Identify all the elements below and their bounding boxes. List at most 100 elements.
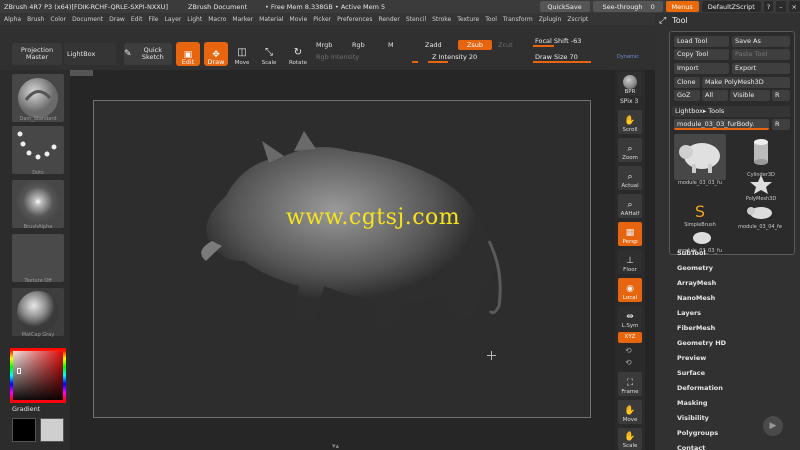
- alpha-thumbnail[interactable]: [12, 180, 64, 228]
- move-mode-button[interactable]: ◫ Move: [230, 40, 254, 66]
- menu-macro[interactable]: Macro: [208, 16, 226, 23]
- menu-layer[interactable]: Layer: [165, 16, 182, 23]
- zcut-button[interactable]: Zcut: [498, 41, 513, 49]
- goz-button[interactable]: GoZ: [674, 90, 700, 101]
- menu-document[interactable]: Document: [72, 16, 103, 23]
- z-intensity-slider[interactable]: Z Intensity 20: [428, 52, 528, 63]
- document-canvas[interactable]: www.cgtsj.com: [93, 100, 591, 418]
- canvas-tab[interactable]: [70, 70, 93, 76]
- brush-thumbnail[interactable]: [12, 74, 64, 122]
- zsub-button[interactable]: Zsub: [458, 40, 492, 50]
- menu-stencil[interactable]: Stencil: [406, 16, 426, 23]
- quick-sketch-button[interactable]: ✎ Quick Sketch: [124, 43, 172, 65]
- tool-menu-layers[interactable]: Layers: [677, 309, 701, 317]
- tool-item-furbody[interactable]: [674, 134, 726, 180]
- goz-all-button[interactable]: All: [702, 90, 728, 101]
- menu-picker[interactable]: Picker: [313, 16, 331, 23]
- draw-mode-button[interactable]: ✥ Draw: [204, 42, 228, 66]
- menu-light[interactable]: Light: [187, 16, 202, 23]
- actual-button[interactable]: ⌕ Actual: [618, 166, 642, 190]
- tool-menu-masking[interactable]: Masking: [677, 399, 708, 407]
- menu-texture[interactable]: Texture: [457, 16, 479, 23]
- bpr-button[interactable]: BPR: [618, 72, 642, 96]
- menu-material[interactable]: Material: [259, 16, 283, 23]
- rgb-button[interactable]: Rgb: [352, 41, 365, 49]
- projection-master-button[interactable]: Projection Master: [12, 43, 62, 65]
- scale-view-button[interactable]: ✋ Scale: [618, 428, 642, 450]
- tool-item-polymesh[interactable]: PolyMesh3D: [732, 174, 790, 204]
- menu-marker[interactable]: Marker: [232, 16, 253, 23]
- menu-color[interactable]: Color: [50, 16, 66, 23]
- menu-file[interactable]: File: [148, 16, 158, 23]
- floor-button[interactable]: ⊥ Floor: [618, 250, 642, 274]
- dynamic-toggle[interactable]: Dynamic: [617, 54, 639, 60]
- tool-menu-geometry-hd[interactable]: Geometry HD: [677, 339, 726, 347]
- tool-menu-nanomesh[interactable]: NanoMesh: [677, 294, 715, 302]
- help-icon[interactable]: ?: [763, 1, 774, 12]
- move-view-button[interactable]: ✋ Move: [618, 400, 642, 424]
- copy-tool-button[interactable]: Copy Tool: [674, 49, 729, 60]
- rgb-intensity-slider[interactable]: Rgb Intensity: [312, 52, 420, 63]
- menus-button[interactable]: Menus: [665, 1, 699, 12]
- tool-menu-subtool[interactable]: SubTool: [677, 249, 706, 257]
- menu-zplugin[interactable]: Zplugin: [539, 16, 562, 23]
- tool-menu-geometry[interactable]: Geometry: [677, 264, 713, 272]
- tool-menu-contact[interactable]: Contact: [677, 444, 705, 450]
- current-tool-r-button[interactable]: R: [772, 119, 790, 130]
- rotate-axis-2-icon[interactable]: ⟲: [625, 358, 632, 367]
- xyz-button[interactable]: XYZ: [618, 332, 642, 343]
- paste-tool-button[interactable]: Paste Tool: [732, 49, 790, 60]
- scroll-button[interactable]: ✋ Scroll: [618, 110, 642, 134]
- mrgb-button[interactable]: Mrgb: [316, 41, 332, 49]
- tool-item-module-04[interactable]: module_03_04_fe: [728, 202, 792, 234]
- right-tray-divider[interactable]: [645, 70, 655, 450]
- menu-movie[interactable]: Movie: [290, 16, 308, 23]
- material-thumbnail[interactable]: [12, 288, 64, 336]
- current-tool-slider[interactable]: module_03_03_furBody.: [674, 119, 769, 130]
- menu-tool[interactable]: Tool: [485, 16, 497, 23]
- load-tool-button[interactable]: Load Tool: [674, 36, 729, 47]
- menu-alpha[interactable]: Alpha: [4, 16, 21, 23]
- frame-button[interactable]: ⛶ Frame: [618, 372, 642, 396]
- play-icon[interactable]: ▶: [763, 416, 783, 436]
- close-icon[interactable]: ×: [788, 1, 800, 12]
- goz-visible-button[interactable]: Visible: [730, 90, 770, 101]
- m-button[interactable]: M: [388, 41, 394, 49]
- tool-menu-arraymesh[interactable]: ArrayMesh: [677, 279, 716, 287]
- tool-menu-fibermesh[interactable]: FiberMesh: [677, 324, 715, 332]
- spix-control[interactable]: SPix 3: [620, 98, 638, 105]
- default-zscript-button[interactable]: DefaultZScript: [701, 1, 761, 12]
- make-polymesh-button[interactable]: Make PolyMesh3D: [702, 77, 790, 88]
- minimize-icon[interactable]: –: [776, 1, 786, 12]
- menu-render[interactable]: Render: [378, 16, 399, 23]
- tool-item-cylinder[interactable]: Cylinder3D: [732, 136, 790, 178]
- tool-menu-preview[interactable]: Preview: [677, 354, 706, 362]
- main-color-swatch[interactable]: [12, 418, 36, 442]
- menu-zscript[interactable]: Zscript: [567, 16, 588, 23]
- zoom-button[interactable]: ⌕ Zoom: [618, 138, 642, 162]
- tool-menu-visibility[interactable]: Visibility: [677, 414, 709, 422]
- persp-button[interactable]: ▦ Persp: [618, 222, 642, 246]
- lightbox-button[interactable]: LightBox: [64, 43, 116, 65]
- tool-menu-surface[interactable]: Surface: [677, 369, 705, 377]
- clone-button[interactable]: Clone: [674, 77, 700, 88]
- hue-ring[interactable]: [10, 348, 66, 403]
- lsym-button[interactable]: ⇹ L.Sym: [618, 306, 642, 330]
- lightbox-tools-button[interactable]: Lightbox▸ Tools: [672, 106, 790, 117]
- texture-thumbnail[interactable]: [12, 234, 64, 282]
- tool-menu-polygroups[interactable]: Polygroups: [677, 429, 718, 437]
- goz-r-button[interactable]: R: [772, 90, 790, 101]
- canvas-scroll-handle[interactable]: ▾▴: [332, 442, 339, 450]
- local-button[interactable]: ◉ Local: [618, 278, 642, 302]
- edit-mode-button[interactable]: ▣ Edit: [176, 42, 200, 66]
- menu-draw[interactable]: Draw: [109, 16, 125, 23]
- menu-preferences[interactable]: Preferences: [337, 16, 372, 23]
- rotate-axis-icon[interactable]: ⟲: [625, 346, 632, 355]
- export-button[interactable]: Export: [732, 63, 790, 74]
- aahalf-button[interactable]: ⌕ AAHalf: [618, 194, 642, 218]
- see-through-slider[interactable]: See-through 0: [592, 1, 663, 12]
- menu-brush[interactable]: Brush: [27, 16, 44, 23]
- quicksave-button[interactable]: QuickSave: [539, 1, 590, 12]
- import-button[interactable]: Import: [674, 63, 729, 74]
- tool-menu-deformation[interactable]: Deformation: [677, 384, 723, 392]
